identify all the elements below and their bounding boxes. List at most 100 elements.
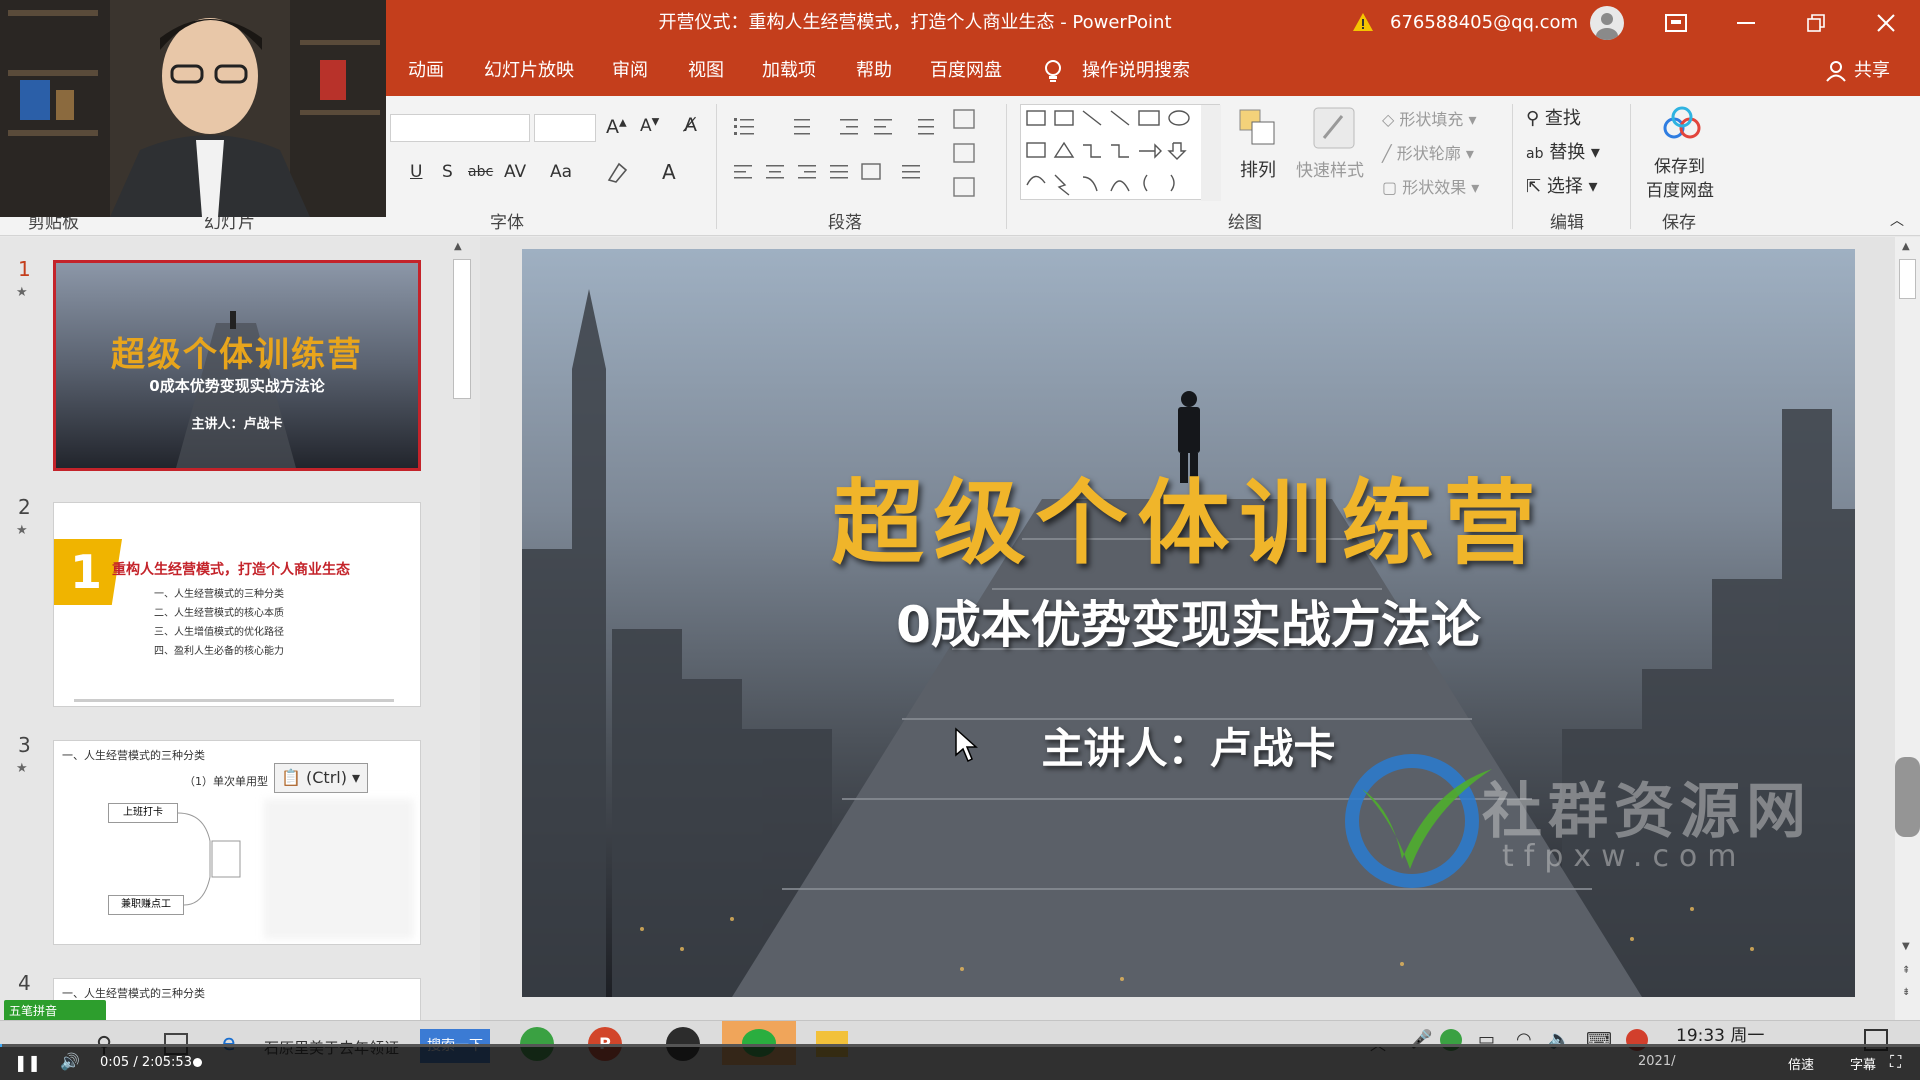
volume-button[interactable]: 🔊: [60, 1052, 80, 1071]
strikethrough-button[interactable]: abc: [468, 164, 493, 180]
tab-help[interactable]: 帮助: [856, 46, 892, 96]
tab-animations[interactable]: 动画: [408, 46, 444, 96]
arrange-icon[interactable]: [1234, 106, 1282, 156]
share-button[interactable]: 共享: [1826, 46, 1890, 96]
shape-effects-button[interactable]: ▢ 形状效果 ▾: [1382, 174, 1479, 198]
collapse-ribbon-icon[interactable]: ︿: [1890, 210, 1904, 230]
thumb2-item: 四、盈利人生必备的核心能力: [154, 646, 284, 657]
current-slide[interactable]: 超级个体训练营 0成本优势变现实战方法论 主讲人：卢战卡 社群资源网 tfpxw…: [522, 249, 1855, 997]
progress-track[interactable]: [0, 1044, 1920, 1047]
shape-fill-button[interactable]: ◇ 形状填充 ▾: [1382, 106, 1477, 130]
quick-styles-label[interactable]: 快速样式: [1296, 156, 1364, 181]
paste-options-button[interactable]: 📋 (Ctrl) ▾: [274, 763, 368, 793]
tab-review[interactable]: 审阅: [612, 46, 648, 96]
tab-baidu-netdisk[interactable]: 百度网盘: [930, 46, 1002, 96]
restore-button[interactable]: [1786, 0, 1846, 46]
slide-number: 2: [18, 495, 31, 519]
ribbon-display-options-icon[interactable]: [1646, 0, 1706, 46]
text-direction-icons[interactable]: [948, 106, 988, 206]
group-paragraph-label: 段落: [828, 213, 862, 233]
slide-thumbnail-3[interactable]: 一、人生经营模式的三种分类 （1）单次单用型 上班打卡 兼职赚点工 📋 (Ctr…: [53, 740, 421, 945]
tell-me-search[interactable]: 操作说明搜索: [1082, 46, 1190, 96]
group-font-label: 字体: [490, 213, 524, 233]
avatar[interactable]: [1590, 6, 1624, 40]
speed-button[interactable]: 倍速: [1788, 1054, 1814, 1073]
account-email[interactable]: 676588405@qq.com: [1390, 0, 1578, 46]
thumb2-heading: 重构人生经营模式，打造个人商业生态: [112, 562, 350, 578]
date-partial: 2021/: [1638, 1054, 1676, 1069]
close-button[interactable]: [1856, 0, 1916, 46]
char-spacing-button[interactable]: AV: [504, 162, 526, 182]
thumb1-speaker: 主讲人：卢战卡: [191, 417, 283, 432]
seek-handle[interactable]: [193, 1058, 202, 1067]
thumb2-item: 三、人生增值模式的优化路径: [154, 627, 284, 638]
person-icon: [1826, 61, 1846, 82]
slide-number: 3: [18, 733, 31, 757]
current-time: 0:05: [100, 1055, 130, 1070]
scroll-up-icon[interactable]: ▲: [454, 241, 462, 252]
baidu-cloud-icon[interactable]: [1660, 104, 1704, 144]
highlight-icon[interactable]: [606, 160, 632, 184]
group-drawing-label: 绘图: [1228, 213, 1262, 233]
quick-styles-icon[interactable]: [1308, 102, 1360, 154]
watermark-logo-icon: [1345, 754, 1492, 888]
shadow-button[interactable]: S: [442, 162, 453, 182]
scroll-thumb[interactable]: [453, 259, 471, 399]
shrink-font-icon[interactable]: A▼: [640, 116, 659, 136]
group-separator: [716, 104, 717, 229]
shape-effects-label: 形状效果: [1402, 178, 1467, 197]
grow-font-icon[interactable]: A▲: [606, 116, 627, 138]
replace-button[interactable]: ab 替换 ▾: [1526, 138, 1600, 164]
clear-format-icon[interactable]: A̸: [684, 114, 697, 136]
thumb4-heading: 一、人生经营模式的三种分类: [62, 987, 205, 1000]
webcam-overlay: [0, 0, 386, 217]
arrange-label[interactable]: 排列: [1240, 156, 1276, 182]
fullscreen-icon[interactable]: ⛶: [1890, 1052, 1901, 1072]
tab-view[interactable]: 视图: [688, 46, 724, 96]
alignment-icons[interactable]: [732, 160, 952, 190]
thumb2-footer: [74, 699, 394, 702]
tab-slideshow[interactable]: 幻灯片放映: [484, 46, 574, 96]
underline-button[interactable]: U: [410, 162, 422, 182]
progress-fill: [0, 1044, 2, 1047]
group-separator: [1006, 104, 1007, 229]
select-label: 选择: [1546, 176, 1583, 197]
cursor-icon: ⇱: [1526, 176, 1542, 197]
slide-thumbnail-2[interactable]: 1 重构人生经营模式，打造个人商业生态 一、人生经营模式的三种分类 二、人生经营…: [53, 502, 421, 707]
scroll-up-icon[interactable]: ▲: [1902, 241, 1910, 252]
volume-overlay: [1895, 757, 1920, 837]
save-to-cloud-line2[interactable]: 百度网盘: [1646, 176, 1714, 201]
select-button[interactable]: ⇱ 选择 ▾: [1526, 172, 1598, 198]
font-color-button[interactable]: A: [662, 160, 676, 184]
clock-time[interactable]: 19:33 周一: [1676, 1021, 1764, 1046]
group-separator: [1630, 104, 1631, 229]
panel-scrollbar[interactable]: ▲: [450, 237, 474, 1044]
editor-scrollbar[interactable]: ▲ ▼ ⇞ ⇟: [1895, 237, 1920, 1044]
next-slide-icon[interactable]: ⇟: [1902, 987, 1910, 998]
tab-addins[interactable]: 加载项: [762, 46, 816, 96]
font-name-box[interactable]: [390, 114, 530, 142]
previous-slide-icon[interactable]: ⇞: [1902, 965, 1910, 976]
slide-thumbnail-1[interactable]: 超级个体训练营 0成本优势变现实战方法论 主讲人：卢战卡: [53, 260, 421, 471]
scroll-down-icon[interactable]: ▼: [1902, 941, 1910, 952]
find-button[interactable]: ⚲ 查找: [1526, 104, 1581, 130]
group-editing-label: 编辑: [1550, 213, 1584, 233]
slide-editor: 超级个体训练营 0成本优势变现实战方法论 主讲人：卢战卡 社群资源网 tfpxw…: [480, 237, 1895, 1044]
group-separator: [1512, 104, 1513, 229]
shape-outline-button[interactable]: ╱ 形状轮廓 ▾: [1382, 140, 1474, 164]
minimize-button[interactable]: [1716, 0, 1776, 46]
font-size-box[interactable]: [534, 114, 596, 142]
subtitle-button[interactable]: 字幕: [1850, 1054, 1876, 1073]
blurred-region: [264, 799, 414, 939]
scroll-thumb[interactable]: [1899, 259, 1916, 299]
move-cursor-icon: [955, 727, 978, 763]
pause-button[interactable]: ❚❚: [14, 1053, 41, 1072]
warning-icon[interactable]: [1352, 11, 1374, 33]
shapes-gallery[interactable]: [1020, 104, 1221, 201]
save-to-cloud-line1[interactable]: 保存到: [1654, 152, 1705, 177]
slide-number: 4: [18, 971, 31, 995]
share-label: 共享: [1854, 60, 1890, 81]
search-icon: ⚲: [1526, 108, 1540, 129]
paragraph-list-icons[interactable]: [732, 114, 952, 144]
change-case-button[interactable]: Aa: [550, 162, 572, 182]
